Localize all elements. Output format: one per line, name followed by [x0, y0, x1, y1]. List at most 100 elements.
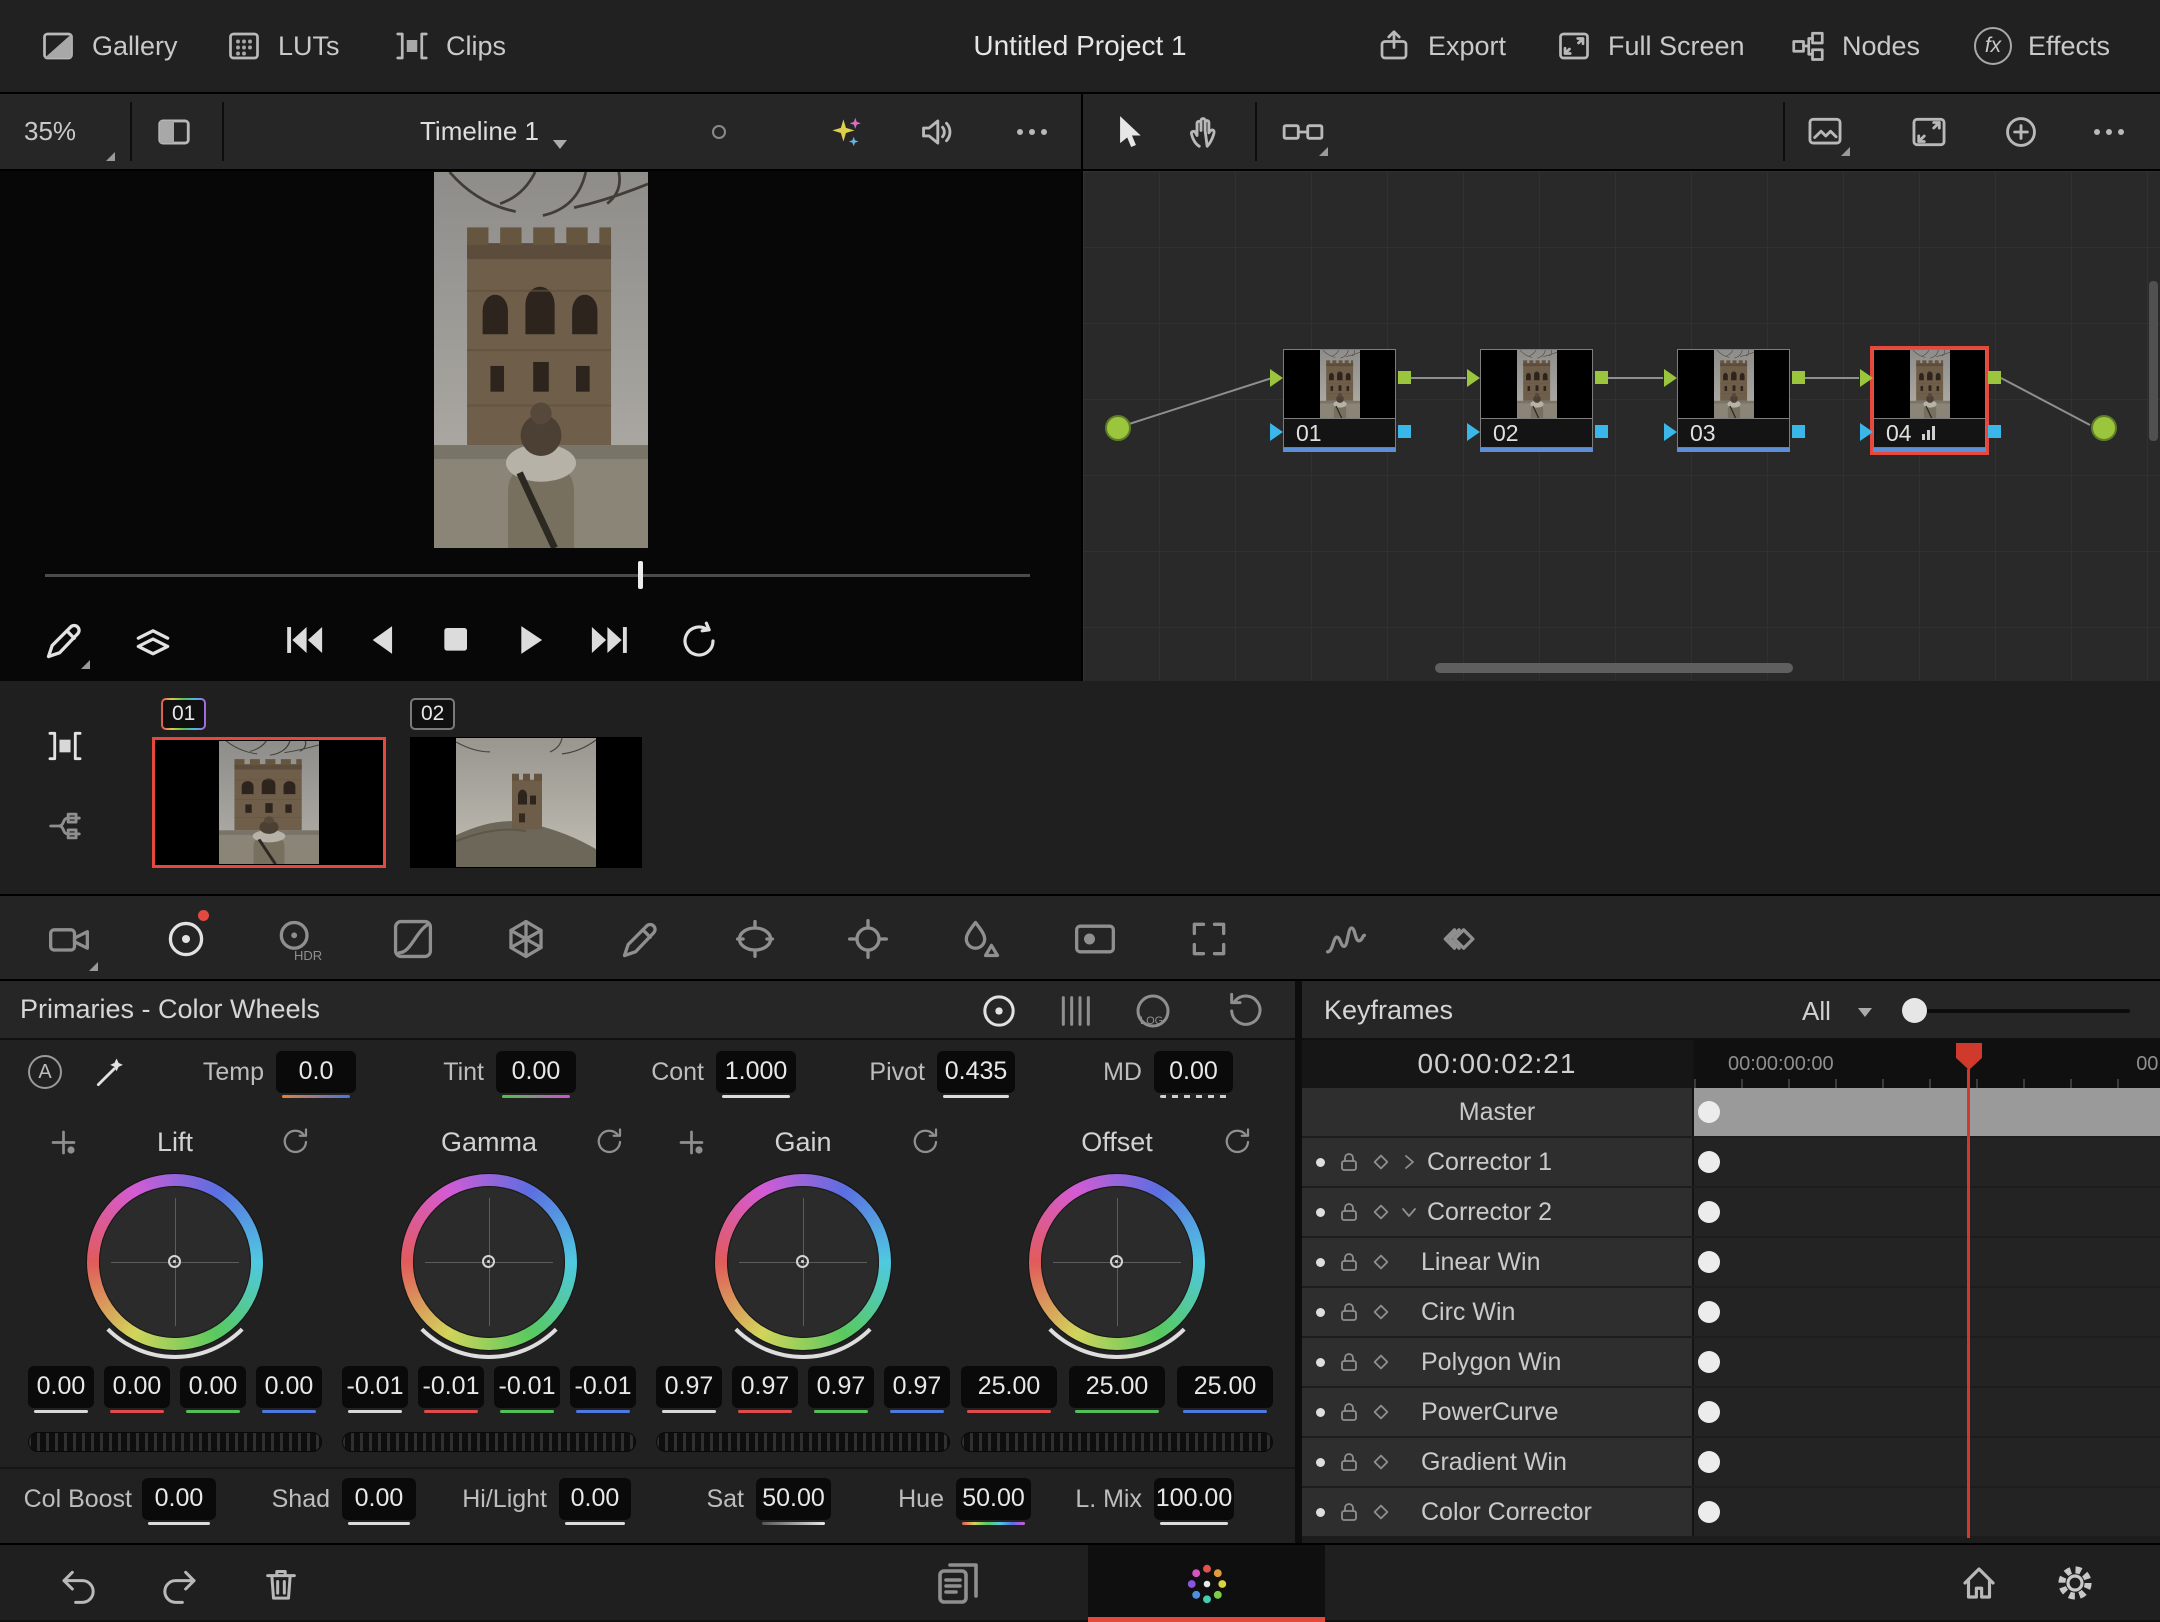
row-label-cell[interactable]: Corrector 2: [1302, 1188, 1692, 1236]
blur-tab[interactable]: [949, 896, 1013, 981]
home-button[interactable]: [1958, 1562, 2000, 1604]
lock-icon[interactable]: [1337, 1250, 1361, 1274]
clips-panel-toggle[interactable]: [46, 727, 84, 765]
pointer-tool[interactable]: [1109, 113, 1147, 151]
md-value[interactable]: 0.00: [1154, 1051, 1233, 1093]
gain-reset-button[interactable]: [911, 1127, 941, 1157]
viewer-more-button[interactable]: [1012, 124, 1052, 140]
sat-value[interactable]: 50.00: [756, 1478, 831, 1520]
enable-dot[interactable]: [1316, 1508, 1325, 1517]
bars-mode-button[interactable]: [1055, 991, 1095, 1031]
step-back-button[interactable]: [361, 622, 401, 658]
keyframe-diamond-icon[interactable]: [1371, 1452, 1391, 1472]
rgb-input-connector[interactable]: [1860, 369, 1873, 387]
color-wheels-tab-active[interactable]: [154, 896, 218, 981]
pivot-value[interactable]: 0.435: [937, 1051, 1015, 1093]
row-label-cell[interactable]: Gradient Win: [1302, 1438, 1692, 1486]
gain-y-value[interactable]: 0.97: [656, 1366, 722, 1408]
lock-icon[interactable]: [1337, 1500, 1361, 1524]
keyframe-diamond-icon[interactable]: [1371, 1502, 1391, 1522]
play-button[interactable]: [511, 622, 551, 658]
keyframe-ruler[interactable]: 00:00:00:00 00:: [1692, 1040, 2160, 1088]
chevron-right-icon[interactable]: [1399, 1152, 1419, 1172]
offset-reset-button[interactable]: [1223, 1127, 1253, 1157]
enable-dot[interactable]: [1316, 1208, 1325, 1217]
wheels-mode-button[interactable]: [979, 991, 1019, 1031]
lock-icon[interactable]: [1337, 1300, 1361, 1324]
pan-tool[interactable]: [1185, 113, 1223, 151]
scrubber-playhead[interactable]: [638, 561, 643, 589]
hue-value[interactable]: 50.00: [956, 1478, 1031, 1520]
key-output-connector[interactable]: [1595, 425, 1608, 438]
gamma-reset-button[interactable]: [595, 1127, 625, 1157]
colboost-value[interactable]: 0.00: [142, 1478, 216, 1520]
row-label-cell[interactable]: Corrector 1: [1302, 1138, 1692, 1186]
enable-dot[interactable]: [1316, 1258, 1325, 1267]
gamma-r-value[interactable]: -0.01: [418, 1366, 484, 1408]
keyframe-dot[interactable]: [1698, 1451, 1720, 1473]
skip-end-button[interactable]: [588, 622, 632, 658]
keyframe-dot[interactable]: [1698, 1501, 1720, 1523]
keyframe-dot[interactable]: [1698, 1151, 1720, 1173]
project-title[interactable]: Untitled Project 1: [973, 0, 1186, 92]
settings-button[interactable]: [2054, 1562, 2096, 1604]
keyframe-dot[interactable]: [1698, 1301, 1720, 1323]
fullscreen-button[interactable]: Full Screen: [1556, 0, 1745, 92]
rgb-output-connector[interactable]: [1398, 371, 1411, 384]
rgb-output-connector[interactable]: [1988, 371, 2001, 384]
lock-icon[interactable]: [1337, 1150, 1361, 1174]
luts-button[interactable]: LUTs: [226, 0, 340, 92]
timeline-select[interactable]: Timeline 1: [420, 94, 567, 169]
node-more-button[interactable]: [2089, 124, 2129, 140]
key-input-connector[interactable]: [1664, 423, 1677, 441]
thumbnail-view-button[interactable]: [1805, 113, 1845, 151]
lift-b-value[interactable]: 0.00: [256, 1366, 322, 1408]
keyframe-dot[interactable]: [1698, 1251, 1720, 1273]
gallery-button[interactable]: Gallery: [40, 0, 178, 92]
zoom-select[interactable]: 35%: [24, 94, 76, 169]
lmix-value[interactable]: 100.00: [1154, 1478, 1234, 1520]
clips-button[interactable]: Clips: [394, 0, 506, 92]
keyframe-dot[interactable]: [1698, 1401, 1720, 1423]
color-page-tab-active[interactable]: [1088, 1545, 1325, 1622]
bypass-indicator[interactable]: [712, 125, 726, 139]
output-node[interactable]: [2091, 415, 2117, 441]
delete-button[interactable]: [261, 1564, 301, 1604]
audio-mute-button[interactable]: [918, 113, 956, 151]
node-hscrollbar[interactable]: [1435, 663, 1793, 673]
gamma-master-slider[interactable]: [342, 1432, 636, 1452]
auto-balance-button[interactable]: A: [28, 1055, 62, 1089]
row-label-cell[interactable]: Linear Win: [1302, 1238, 1692, 1286]
fit-view-button[interactable]: [1909, 113, 1949, 151]
keyframe-diamond-icon[interactable]: [1371, 1152, 1391, 1172]
lock-icon[interactable]: [1337, 1400, 1361, 1424]
tint-value[interactable]: 0.00: [496, 1051, 576, 1093]
offset-master-slider[interactable]: [961, 1432, 1273, 1452]
keyframe-dot[interactable]: [1698, 1101, 1720, 1123]
enable-dot[interactable]: [1316, 1408, 1325, 1417]
enable-dot[interactable]: [1316, 1358, 1325, 1367]
corrector-node-1[interactable]: 01: [1283, 349, 1396, 452]
enable-dot[interactable]: [1316, 1308, 1325, 1317]
playhead-line[interactable]: [1967, 1069, 1970, 1538]
key-output-connector[interactable]: [1792, 425, 1805, 438]
add-node-tool[interactable]: [1281, 113, 1325, 151]
log-mode-button[interactable]: LOG: [1133, 991, 1173, 1031]
clip-thumbnail-1-selected[interactable]: [152, 737, 386, 868]
hdr-grade-tab[interactable]: HDR: [264, 896, 328, 981]
loop-button[interactable]: [678, 620, 720, 662]
gain-master-slider[interactable]: [656, 1432, 950, 1452]
slider-knob[interactable]: [1902, 998, 1927, 1023]
cut-page-tab[interactable]: [934, 1560, 982, 1608]
nodes-button[interactable]: Nodes: [1790, 0, 1920, 92]
add-still-button[interactable]: [2001, 113, 2041, 151]
redo-button[interactable]: [159, 1564, 199, 1604]
gamma-y-value[interactable]: -0.01: [342, 1366, 408, 1408]
source-input-node[interactable]: [1105, 415, 1131, 441]
row-label-cell[interactable]: Color Corrector: [1302, 1488, 1692, 1536]
lift-r-value[interactable]: 0.00: [104, 1366, 170, 1408]
gamma-wheel[interactable]: [401, 1174, 577, 1350]
key-input-connector[interactable]: [1270, 423, 1283, 441]
grab-still-button[interactable]: [43, 618, 87, 662]
color-warper-tab[interactable]: [494, 896, 558, 981]
